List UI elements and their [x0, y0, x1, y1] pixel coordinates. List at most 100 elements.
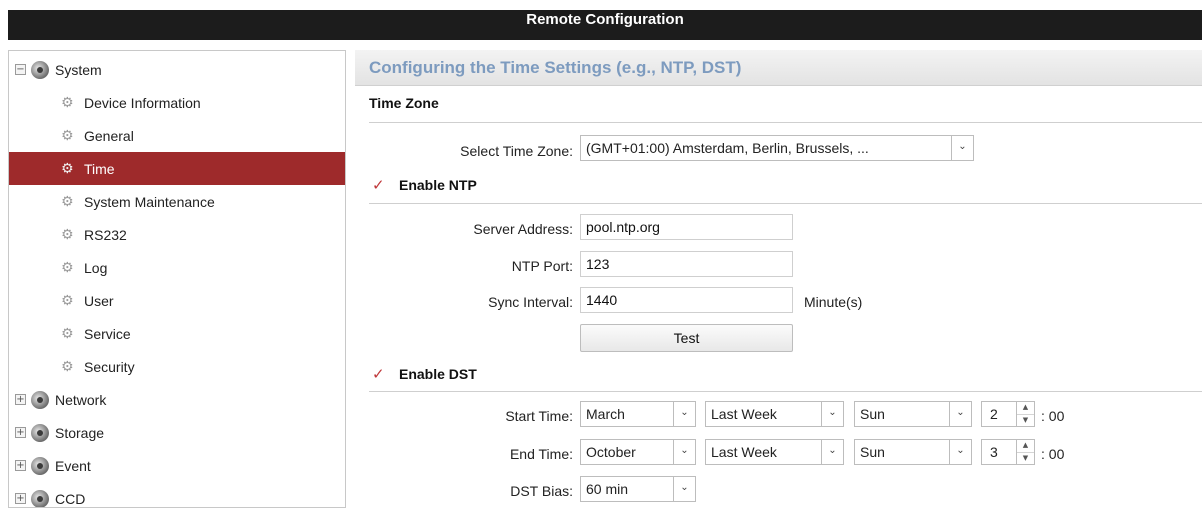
sidebar-item-label: General — [84, 127, 134, 144]
sidebar-item-label: CCD — [55, 490, 86, 507]
start-week-value: Last Week — [711, 406, 777, 422]
time-settings-panel: Configuring the Time Settings (e.g., NTP… — [355, 50, 1202, 508]
sidebar-item-general[interactable]: ⚙ General — [9, 119, 345, 152]
chevron-down-icon[interactable]: ⌄ — [949, 440, 971, 464]
system-gear-icon — [31, 390, 49, 409]
dst-bias-select[interactable]: 60 min ⌄ — [580, 476, 696, 502]
sidebar-item-security[interactable]: ⚙ Security — [9, 350, 345, 383]
enable-dst-label[interactable]: Enable DST — [399, 366, 477, 382]
start-day-select[interactable]: Sun ⌄ — [854, 401, 972, 427]
chevron-down-icon[interactable]: ⌄ — [673, 477, 695, 501]
start-week-select[interactable]: Last Week ⌄ — [705, 401, 844, 427]
start-hour-stepper[interactable]: 2 ▲ ▼ — [981, 401, 1035, 427]
enable-dst-checkbox[interactable]: ✓ — [372, 366, 385, 382]
start-month-select[interactable]: March ⌄ — [580, 401, 696, 427]
expand-icon[interactable]: + — [15, 427, 26, 438]
gear-icon: ⚙ — [61, 226, 74, 243]
ntp-port-label: NTP Port: — [511, 258, 573, 274]
sync-interval-input[interactable]: 1440 — [580, 287, 793, 313]
system-gear-icon — [31, 489, 49, 507]
system-gear-icon — [31, 60, 49, 79]
sidebar-item-ccd[interactable]: + CCD — [9, 482, 345, 507]
time-zone-label: Select Time Zone: — [460, 143, 573, 159]
expand-icon[interactable]: + — [15, 493, 26, 504]
chevron-down-icon[interactable]: ⌄ — [673, 440, 695, 464]
chevron-down-icon[interactable]: ⌄ — [949, 402, 971, 426]
divider — [369, 122, 1202, 123]
collapse-icon[interactable]: − — [15, 64, 26, 75]
sidebar-item-event[interactable]: + Event — [9, 449, 345, 482]
ntp-port-input[interactable]: 123 — [580, 251, 793, 277]
spin-up-icon[interactable]: ▲ — [1017, 440, 1034, 453]
gear-icon: ⚙ — [61, 292, 74, 309]
end-day-value: Sun — [860, 444, 885, 460]
divider — [369, 391, 1202, 392]
start-minutes: : 00 — [1041, 408, 1065, 424]
end-hour-stepper[interactable]: 3 ▲ ▼ — [981, 439, 1035, 465]
start-month-value: March — [586, 406, 625, 422]
gear-icon: ⚙ — [61, 127, 74, 144]
sidebar-item-rs232[interactable]: ⚙ RS232 — [9, 218, 345, 251]
sidebar-item-network[interactable]: + Network — [9, 383, 345, 416]
sidebar-item-label: RS232 — [84, 226, 127, 243]
end-minutes: : 00 — [1041, 446, 1065, 462]
chevron-down-icon[interactable]: ⌄ — [821, 440, 843, 464]
end-hour-value: 3 — [990, 444, 998, 460]
spin-up-icon[interactable]: ▲ — [1017, 402, 1034, 415]
sync-interval-label: Sync Interval: — [488, 294, 573, 310]
sidebar-item-time[interactable]: ⚙ Time — [9, 152, 345, 185]
test-button[interactable]: Test — [580, 324, 793, 352]
sidebar-item-storage[interactable]: + Storage — [9, 416, 345, 449]
end-week-select[interactable]: Last Week ⌄ — [705, 439, 844, 465]
dst-bias-label: DST Bias: — [510, 483, 573, 499]
page-title: Configuring the Time Settings (e.g., NTP… — [369, 58, 742, 77]
start-time-label: Start Time: — [505, 408, 573, 424]
sidebar-item-system[interactable]: − System — [9, 53, 345, 86]
gear-icon: ⚙ — [61, 325, 74, 342]
sidebar-tree: − System ⚙ Device Information ⚙ General … — [8, 50, 346, 508]
sidebar-item-label: Log — [84, 259, 108, 276]
gear-icon: ⚙ — [61, 160, 74, 177]
end-time-label: End Time: — [509, 446, 573, 462]
server-address-input[interactable]: pool.ntp.org — [580, 214, 793, 240]
section-header: Configuring the Time Settings (e.g., NTP… — [355, 50, 1202, 86]
enable-ntp-label[interactable]: Enable NTP — [399, 177, 477, 193]
end-month-select[interactable]: October ⌄ — [580, 439, 696, 465]
expand-icon[interactable]: + — [15, 460, 26, 471]
sidebar-item-label: System Maintenance — [84, 193, 215, 210]
window-title: Remote Configuration — [526, 11, 684, 28]
sidebar-item-user[interactable]: ⚙ User — [9, 284, 345, 317]
sidebar-item-label: Event — [55, 457, 91, 474]
dst-bias-value: 60 min — [586, 481, 629, 497]
sidebar-item-label: Storage — [55, 424, 105, 441]
spin-down-icon[interactable]: ▼ — [1017, 415, 1034, 427]
sidebar-item-label: System — [55, 61, 102, 78]
sidebar-item-log[interactable]: ⚙ Log — [9, 251, 345, 284]
chevron-down-icon[interactable]: ⌄ — [673, 402, 695, 426]
time-zone-select[interactable]: (GMT+01:00) Amsterdam, Berlin, Brussels,… — [580, 135, 974, 161]
end-day-select[interactable]: Sun ⌄ — [854, 439, 972, 465]
enable-ntp-checkbox[interactable]: ✓ — [372, 177, 385, 193]
sidebar-item-service[interactable]: ⚙ Service — [9, 317, 345, 350]
end-week-value: Last Week — [711, 444, 777, 460]
end-month-value: October — [586, 444, 636, 460]
gear-icon: ⚙ — [61, 358, 74, 375]
time-zone-value: (GMT+01:00) Amsterdam, Berlin, Brussels,… — [586, 140, 869, 156]
spin-down-icon[interactable]: ▼ — [1017, 453, 1034, 465]
divider — [369, 203, 1202, 204]
sidebar-item-label: Network — [55, 391, 107, 408]
sidebar-item-label: User — [84, 292, 114, 309]
time-zone-heading: Time Zone — [369, 95, 439, 111]
sidebar-item-device-information[interactable]: ⚙ Device Information — [9, 86, 345, 119]
gear-icon: ⚙ — [61, 259, 74, 276]
sidebar-item-label: Time — [84, 160, 115, 177]
sidebar-item-label: Device Information — [84, 94, 201, 111]
sidebar-item-system-maintenance[interactable]: ⚙ System Maintenance — [9, 185, 345, 218]
chevron-down-icon[interactable]: ⌄ — [821, 402, 843, 426]
server-address-label: Server Address: — [473, 221, 573, 237]
start-day-value: Sun — [860, 406, 885, 422]
system-gear-icon — [31, 456, 49, 475]
expand-icon[interactable]: + — [15, 394, 26, 405]
chevron-down-icon[interactable]: ⌄ — [951, 136, 973, 160]
sidebar-item-label: Security — [84, 358, 135, 375]
